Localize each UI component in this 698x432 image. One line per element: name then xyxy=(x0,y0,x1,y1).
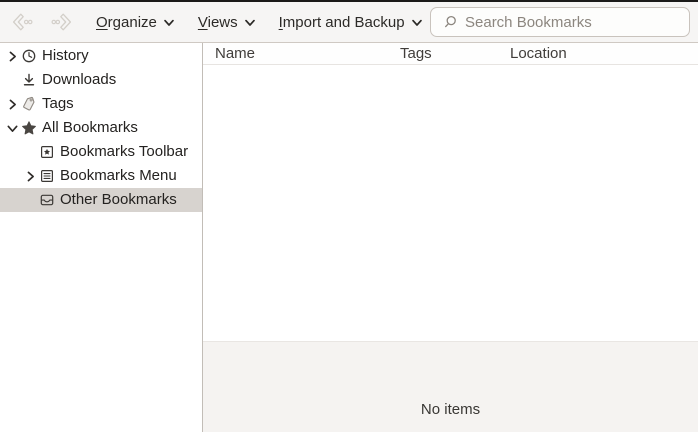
chevron-down-icon xyxy=(244,17,256,29)
sidebar-item-label: History xyxy=(42,48,89,64)
clock-icon xyxy=(21,48,37,64)
sidebar-item-label: Tags xyxy=(42,96,74,112)
star-icon xyxy=(21,120,37,136)
sidebar-item-history[interactable]: History xyxy=(0,44,202,68)
sidebar-item-bookmarks-toolbar[interactable]: Bookmarks Toolbar xyxy=(0,140,202,164)
list-header: Name Tags Location xyxy=(203,43,698,65)
sidebar-tree: History Downloads Tags All Bookmarks Bookmar… xyxy=(0,43,203,432)
column-header-location[interactable]: Location xyxy=(510,44,567,64)
sidebar-item-bookmarks-menu[interactable]: Bookmarks Menu xyxy=(0,164,202,188)
empty-state-text: No items xyxy=(203,401,698,418)
chevron-down-icon[interactable] xyxy=(4,120,21,136)
views-menu-button[interactable]: Views xyxy=(195,9,259,36)
search-input[interactable] xyxy=(465,14,681,31)
search-box[interactable] xyxy=(430,7,690,37)
import-and-backup-menu-button[interactable]: Import and Backup xyxy=(276,9,426,36)
back-button[interactable] xyxy=(8,9,34,35)
library-window: Organize Views Import and Backup History… xyxy=(0,0,698,432)
sidebar-item-other-bookmarks[interactable]: Other Bookmarks xyxy=(0,188,202,212)
sidebar-item-label: All Bookmarks xyxy=(42,120,138,136)
download-icon xyxy=(21,72,37,88)
sidebar-item-label: Other Bookmarks xyxy=(60,192,177,208)
menu-button-label: Views xyxy=(198,14,238,31)
chevron-right-icon[interactable] xyxy=(4,48,21,64)
content-area: History Downloads Tags All Bookmarks Bookmar… xyxy=(0,43,698,432)
sidebar-item-label: Downloads xyxy=(42,72,116,88)
back-icon xyxy=(9,10,33,34)
sidebar-item-label: Bookmarks Menu xyxy=(60,168,177,184)
expander-spacer xyxy=(22,144,39,160)
organize-menu-button[interactable]: Organize xyxy=(93,9,178,36)
chevron-right-icon[interactable] xyxy=(4,96,21,112)
bookmarks-toolbar-icon xyxy=(39,144,55,160)
other-bookmarks-icon xyxy=(39,192,55,208)
bookmarks-list[interactable] xyxy=(203,65,698,341)
details-pane: No items xyxy=(203,341,698,432)
forward-icon xyxy=(51,10,75,34)
tag-icon xyxy=(21,96,37,112)
chevron-down-icon xyxy=(163,17,175,29)
column-header-name[interactable]: Name xyxy=(215,44,255,64)
sidebar-item-downloads[interactable]: Downloads xyxy=(0,68,202,92)
search-icon xyxy=(442,14,458,30)
sidebar-item-all-bookmarks[interactable]: All Bookmarks xyxy=(0,116,202,140)
expander-spacer xyxy=(4,72,21,88)
menu-button-label: Organize xyxy=(96,14,157,31)
column-header-tags[interactable]: Tags xyxy=(400,44,432,64)
sidebar-item-label: Bookmarks Toolbar xyxy=(60,144,188,160)
expander-spacer xyxy=(22,192,39,208)
toolbar: Organize Views Import and Backup xyxy=(0,2,698,43)
menu-button-label: Import and Backup xyxy=(279,14,405,31)
forward-button[interactable] xyxy=(50,9,76,35)
chevron-right-icon[interactable] xyxy=(22,168,39,184)
sidebar-item-tags[interactable]: Tags xyxy=(0,92,202,116)
main-panel: Name Tags Location No items xyxy=(203,43,698,432)
chevron-down-icon xyxy=(411,17,423,29)
bookmarks-menu-icon xyxy=(39,168,55,184)
